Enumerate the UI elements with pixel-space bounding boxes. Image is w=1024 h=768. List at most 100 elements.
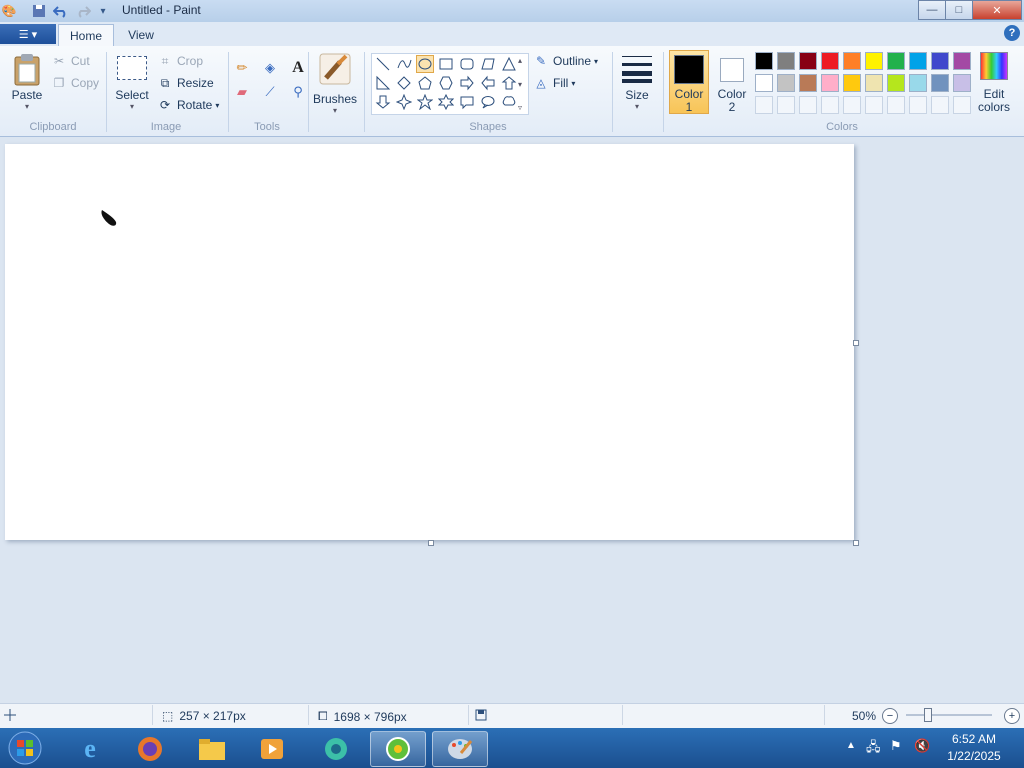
- color1-button[interactable]: Color 1: [669, 50, 709, 114]
- palette-swatch[interactable]: [821, 74, 839, 92]
- palette-swatch[interactable]: [777, 74, 795, 92]
- taskbar-firefox[interactable]: [122, 731, 178, 767]
- shapes-scroll[interactable]: ▴ ▾ ▿: [514, 56, 526, 112]
- resize-button[interactable]: ⧉ Resize: [158, 76, 214, 91]
- pencil-tool[interactable]: ✏: [232, 58, 252, 78]
- taskbar-file-explorer[interactable]: [184, 731, 240, 767]
- fill-tool[interactable]: ◈: [260, 58, 280, 78]
- taskbar-paint[interactable]: [432, 731, 488, 767]
- shape-left-arrow[interactable]: [479, 74, 497, 92]
- resize-handle-right[interactable]: [853, 340, 859, 346]
- shape-six-point-star[interactable]: [437, 93, 455, 111]
- drawing-canvas[interactable]: [5, 144, 854, 540]
- shape-right-arrow[interactable]: [458, 74, 476, 92]
- crop-button[interactable]: ⌗ Crop: [158, 54, 203, 69]
- shape-rounded-rectangle[interactable]: [458, 55, 476, 73]
- shape-polygon[interactable]: [479, 55, 497, 73]
- custom-color-slot[interactable]: [777, 96, 795, 114]
- edit-colors-button[interactable]: Edit colors: [974, 52, 1014, 113]
- shape-line[interactable]: [374, 55, 392, 73]
- shape-diamond[interactable]: [395, 74, 413, 92]
- brushes-button[interactable]: Brushes ▾: [312, 52, 358, 115]
- tab-view[interactable]: View: [116, 24, 166, 46]
- palette-swatch[interactable]: [777, 52, 795, 70]
- palette-swatch[interactable]: [931, 52, 949, 70]
- help-button[interactable]: ?: [1004, 25, 1020, 41]
- paste-button[interactable]: Paste ▾: [8, 52, 46, 111]
- color2-button[interactable]: Color 2: [712, 50, 752, 114]
- color-picker-tool[interactable]: ⟋: [260, 82, 280, 102]
- resize-handle-bottom[interactable]: [428, 540, 434, 546]
- taskbar-internet-explorer[interactable]: e: [62, 731, 118, 767]
- zoom-slider-track[interactable]: [906, 714, 992, 716]
- cut-button[interactable]: ✂ Cut: [52, 54, 90, 68]
- custom-color-slot[interactable]: [799, 96, 817, 114]
- customize-quick-access-icon[interactable]: ▾: [94, 2, 112, 20]
- action-center-flag-icon[interactable]: ⚑: [890, 738, 902, 754]
- palette-swatch[interactable]: [953, 74, 971, 92]
- zoom-slider-thumb[interactable]: [924, 708, 932, 722]
- text-tool[interactable]: A: [288, 58, 308, 78]
- palette-swatch[interactable]: [865, 52, 883, 70]
- copy-button[interactable]: ❐ Copy: [52, 76, 99, 90]
- taskbar-app-green[interactable]: [370, 731, 426, 767]
- rotate-button[interactable]: ⟳ Rotate ▾: [158, 98, 219, 112]
- file-menu-button[interactable]: ☰ ▾: [0, 24, 56, 44]
- custom-color-slot[interactable]: [909, 96, 927, 114]
- redo-icon[interactable]: [74, 2, 92, 20]
- volume-muted-icon[interactable]: 🔇: [914, 738, 930, 754]
- custom-color-slot[interactable]: [953, 96, 971, 114]
- zoom-in-button[interactable]: +: [1004, 708, 1020, 724]
- custom-color-slot[interactable]: [931, 96, 949, 114]
- custom-color-slot[interactable]: [843, 96, 861, 114]
- show-hidden-icons[interactable]: ▲: [846, 740, 856, 751]
- palette-swatch[interactable]: [887, 52, 905, 70]
- custom-color-slot[interactable]: [865, 96, 883, 114]
- tab-home[interactable]: Home: [58, 24, 114, 47]
- size-button[interactable]: Size ▾: [617, 52, 657, 111]
- shape-down-arrow[interactable]: [374, 93, 392, 111]
- magnifier-tool[interactable]: ⚲: [288, 82, 308, 102]
- expand-gallery-icon[interactable]: ▿: [518, 103, 522, 112]
- shape-right-triangle[interactable]: [374, 74, 392, 92]
- palette-swatch[interactable]: [755, 52, 773, 70]
- paint-app-icon[interactable]: 🎨: [0, 2, 18, 20]
- shape-oval-callout[interactable]: [479, 93, 497, 111]
- outline-button[interactable]: ✎ Outline ▾: [534, 54, 598, 68]
- zoom-out-button[interactable]: −: [882, 708, 898, 724]
- custom-color-slot[interactable]: [821, 96, 839, 114]
- scroll-down-icon[interactable]: ▾: [518, 80, 522, 89]
- shape-pentagon[interactable]: [416, 74, 434, 92]
- shape-rectangular-callout[interactable]: [458, 93, 476, 111]
- minimize-button[interactable]: —: [918, 0, 946, 20]
- palette-swatch[interactable]: [931, 74, 949, 92]
- palette-swatch[interactable]: [909, 74, 927, 92]
- custom-color-slot[interactable]: [887, 96, 905, 114]
- palette-swatch[interactable]: [909, 52, 927, 70]
- undo-icon[interactable]: [52, 2, 70, 20]
- taskbar-chat-app[interactable]: [308, 731, 364, 767]
- custom-color-slot[interactable]: [755, 96, 773, 114]
- eraser-tool[interactable]: ▰: [232, 82, 252, 102]
- system-clock[interactable]: 6:52 AM 1/22/2025: [934, 731, 1014, 765]
- close-button[interactable]: ✕: [972, 0, 1022, 20]
- palette-swatch[interactable]: [843, 52, 861, 70]
- save-icon[interactable]: [30, 2, 48, 20]
- palette-swatch[interactable]: [843, 74, 861, 92]
- start-button[interactable]: [4, 729, 46, 767]
- shape-hexagon[interactable]: [437, 74, 455, 92]
- select-button[interactable]: Select ▾: [112, 56, 152, 111]
- network-icon[interactable]: 🖧: [866, 738, 881, 760]
- resize-handle-corner[interactable]: [853, 540, 859, 546]
- maximize-button[interactable]: □: [945, 0, 973, 20]
- shape-rectangle[interactable]: [437, 55, 455, 73]
- palette-swatch[interactable]: [865, 74, 883, 92]
- palette-swatch[interactable]: [887, 74, 905, 92]
- palette-swatch[interactable]: [953, 52, 971, 70]
- palette-swatch[interactable]: [799, 52, 817, 70]
- shape-four-point-star[interactable]: [395, 93, 413, 111]
- palette-swatch[interactable]: [821, 52, 839, 70]
- scroll-up-icon[interactable]: ▴: [518, 56, 522, 65]
- shape-five-point-star[interactable]: [416, 93, 434, 111]
- shape-oval[interactable]: [416, 55, 434, 73]
